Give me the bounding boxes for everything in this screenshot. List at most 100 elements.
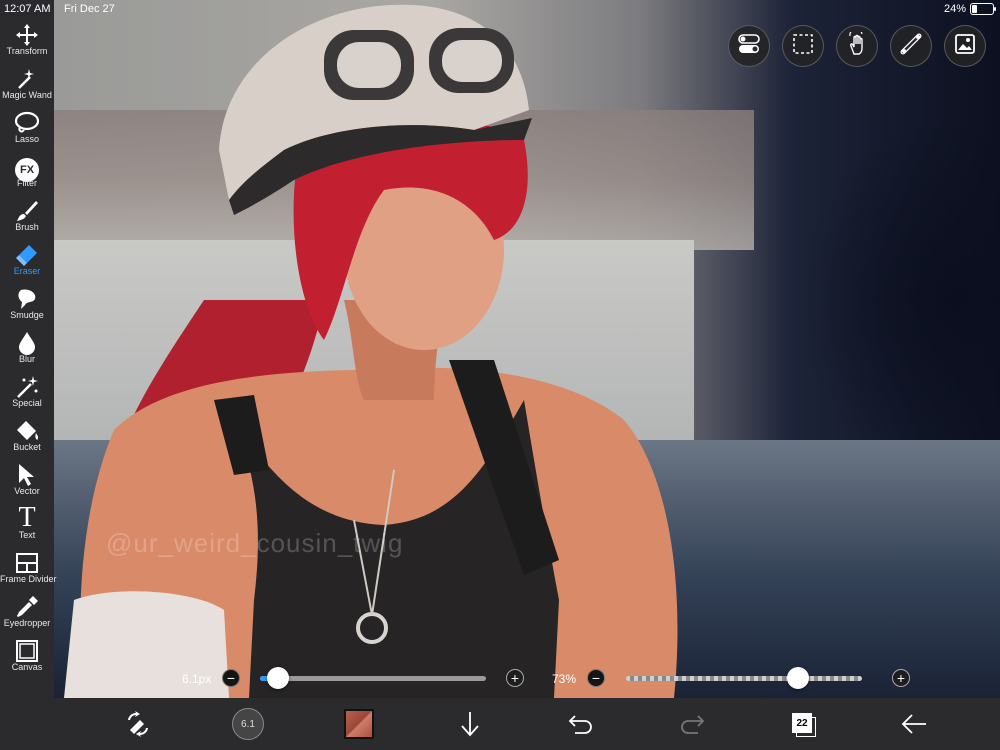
minus-icon: − [226,670,236,686]
brush-settings-button[interactable]: 6.1 [228,704,268,744]
ruler-button[interactable] [890,25,932,67]
tool-label: Brush [15,222,39,232]
lasso-icon [0,108,54,136]
brush-icon [0,196,54,224]
tool-label: Bucket [13,442,41,452]
drawing-canvas[interactable]: @ur_weird_cousin_twig [54,0,1000,698]
selection-button[interactable] [782,25,824,67]
status-bar: 12:07 AM Fri Dec 27 24% [0,0,1000,18]
hand-gesture-icon [846,27,868,61]
opacity-increase-button[interactable]: + [892,669,910,687]
tool-special[interactable]: Special [0,372,54,416]
import-down-button[interactable] [450,704,490,744]
artwork-watermark: @ur_weird_cousin_twig [106,528,404,558]
arrow-down-icon [459,710,481,738]
tool-label: Transform [6,46,48,56]
opacity-decrease-button[interactable]: − [587,669,605,687]
battery-percent: 24% [943,3,966,15]
tool-label: Eyedropper [3,618,51,628]
size-increase-button[interactable]: + [506,669,524,687]
cursor-arrow-icon [0,460,54,488]
tool-smudge[interactable]: Smudge [0,284,54,328]
opacity-slider[interactable] [626,676,862,681]
undo-button[interactable] [561,704,601,744]
tool-text[interactable]: T Text [0,504,54,548]
tool-filter[interactable]: FX Filter [0,152,54,196]
tool-magic-wand[interactable]: Magic Wand [0,64,54,108]
canvas-icon [0,636,54,664]
back-button[interactable] [894,704,934,744]
layer-count: 22 [792,713,812,733]
move-arrows-icon [0,20,54,48]
redo-icon [678,712,706,736]
tool-label: Text [18,530,36,540]
tool-blur[interactable]: Blur [0,328,54,372]
selection-icon [792,33,814,60]
tool-label: Special [12,398,42,408]
frame-divider-icon [0,548,54,576]
plus-icon: + [896,670,906,686]
tool-transform[interactable]: Transform [0,20,54,64]
tool-label: Lasso [14,134,40,144]
tool-label: Eraser [13,266,41,276]
artwork-figure [64,4,678,698]
tool-lasso[interactable]: Lasso [0,108,54,152]
swap-brush-eraser-button[interactable] [118,704,158,744]
tool-eyedropper[interactable]: Eyedropper [0,592,54,636]
current-color-swatch [344,709,374,739]
redo-button[interactable] [672,704,712,744]
tool-label: Smudge [10,310,44,320]
eyedropper-icon [0,592,54,620]
tool-bucket[interactable]: Bucket [0,416,54,460]
undo-icon [567,712,595,736]
ruler-icon [900,33,922,60]
layers-icon: 22 [791,712,816,737]
battery-indicator: 24% [943,3,996,15]
smudge-icon [0,284,54,312]
arrow-left-icon [900,713,928,735]
droplet-icon [0,328,54,356]
tool-canvas[interactable]: Canvas [0,636,54,680]
tool-vector[interactable]: Vector [0,460,54,504]
battery-icon [970,3,996,15]
battery-fill [972,5,977,13]
toggle-settings-button[interactable] [728,25,770,67]
bucket-icon [0,416,54,444]
opacity-value: 73% [552,672,577,686]
tool-label: Frame Divider [0,574,57,584]
text-glyph: T [18,502,36,533]
brush-size-chip: 6.1 [232,708,264,740]
bottom-toolbar: 6.1 22 [54,698,1000,750]
size-slider[interactable] [260,676,486,681]
plus-icon: + [510,670,520,686]
gallery-icon [954,33,976,60]
special-sparkle-icon [0,372,54,400]
gesture-button[interactable] [836,25,878,67]
tool-label: Canvas [11,662,43,672]
tool-eraser[interactable]: Eraser [0,240,54,284]
magic-wand-icon [0,64,54,92]
minus-icon: − [591,670,601,686]
tool-label: Magic Wand [2,90,52,100]
tool-label: Blur [18,354,35,364]
size-value: 6.1px [182,672,212,686]
status-time: 12:07 AM [4,3,51,15]
top-action-buttons [728,25,986,67]
size-slider-thumb[interactable] [267,667,290,689]
layers-button[interactable]: 22 [783,704,823,744]
tool-label: Filter [17,178,37,188]
fx-icon: FX [0,152,54,182]
opacity-slider-thumb[interactable] [787,667,810,689]
toggle-settings-icon [738,33,760,59]
eraser-icon [0,240,54,268]
gallery-button[interactable] [944,25,986,67]
size-decrease-button[interactable]: − [222,669,240,687]
tool-sidebar: Transform Magic Wand Lasso FX Filter Bru… [0,18,57,750]
tool-frame-divider[interactable]: Frame Divider [0,548,57,592]
tool-brush[interactable]: Brush [0,196,54,240]
color-picker-button[interactable] [339,704,379,744]
tool-label: Vector [14,486,40,496]
swap-tools-icon [124,710,152,738]
status-date: Fri Dec 27 [64,3,115,15]
brush-slider-row: 6.1px − + 73% − + [54,664,1000,696]
